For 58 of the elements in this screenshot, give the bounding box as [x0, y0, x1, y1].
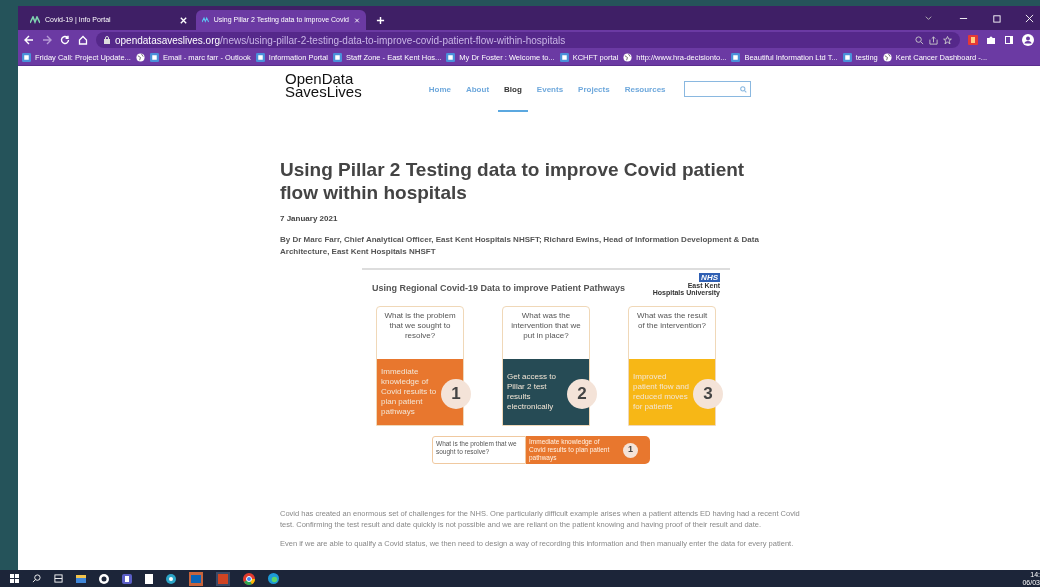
site-icon[interactable] [731, 53, 741, 62]
site-icon[interactable] [149, 53, 159, 62]
globe-icon[interactable] [623, 53, 633, 62]
new-tab-icon[interactable] [376, 16, 385, 25]
article-title: Using Pillar 2 Testing data to improve Covid patient flow within hospitals [280, 158, 746, 204]
home-icon[interactable] [78, 35, 88, 45]
card-answer: Get access to Pillar 2 test results electronically [507, 372, 557, 412]
chrome-icon[interactable] [243, 572, 255, 585]
task-view-icon[interactable] [54, 574, 63, 583]
site-icon[interactable] [559, 53, 569, 62]
site-logo[interactable]: OpenData SavesLives [285, 72, 362, 98]
infographic-title: Using Regional Covid-19 Data to improve Patient Pathways [372, 282, 626, 295]
lock-icon [104, 36, 110, 44]
address-bar[interactable]: opendatasaveslives.org/news/using-pillar-2-testing-data-to-improve-covid-patient-flow-within-hospitals [96, 32, 960, 48]
nav-link[interactable]: Blog [498, 84, 528, 112]
edge-icon[interactable] [268, 573, 279, 584]
step-number: 2 [567, 379, 597, 409]
forward-icon[interactable] [42, 35, 52, 45]
step-number: 1 [623, 442, 638, 458]
step-number: 3 [693, 379, 723, 409]
reload-icon[interactable] [60, 35, 70, 45]
share-icon[interactable] [929, 35, 938, 45]
card-question: What was the result of the intervention? [635, 310, 709, 332]
favicon-icon [202, 16, 209, 24]
card-answer: Immediate knowledge of Covid results to plan patient pathways [381, 367, 438, 417]
step-number: 1 [441, 379, 471, 409]
zoom-icon[interactable] [915, 35, 924, 45]
star-icon[interactable] [943, 35, 952, 45]
close-icon[interactable] [179, 15, 188, 25]
extension-icon[interactable] [968, 35, 978, 45]
article-date: 7 January 2021 [280, 213, 339, 225]
card-question: What was the intervention that we put in place? [510, 310, 582, 342]
app-icon[interactable] [99, 573, 109, 584]
globe-icon[interactable] [882, 53, 892, 62]
article-byline: By Dr Marc Farr, Chief Analytical Officer, East Kent Hospitals NHSFT; Richard Ewins, Head of Information Development & Data Architecture, East Kent Hospitals NHSFT [280, 234, 760, 258]
restore-icon[interactable] [992, 14, 1001, 23]
close-icon[interactable] [1025, 14, 1034, 23]
app-icon[interactable] [166, 573, 176, 584]
card-question: What is the problem that we sought to resolve? [383, 310, 457, 342]
side-panel-icon[interactable] [1004, 35, 1014, 45]
globe-icon[interactable] [135, 53, 145, 62]
search-icon[interactable] [32, 574, 41, 583]
site-icon[interactable] [446, 53, 456, 62]
site-icon[interactable] [255, 53, 265, 62]
nhs-badge: NHS [699, 273, 720, 282]
start-icon[interactable] [10, 574, 19, 583]
back-icon[interactable] [24, 35, 34, 45]
profile-icon[interactable] [1022, 34, 1034, 46]
favicon-icon [30, 16, 40, 24]
url-text: opendatasaveslives.org/news/using-pillar-2-testing-data-to-improve-covid-patient-flow-within-hospitals [115, 33, 566, 48]
card-answer: Improved patient flow and reduced moves for patients [633, 372, 691, 412]
document-icon[interactable] [145, 573, 153, 584]
folder-icon[interactable] [76, 574, 86, 583]
site-icon[interactable] [333, 53, 342, 62]
search-field[interactable] [683, 81, 751, 97]
site-icon[interactable] [842, 53, 852, 62]
site-icon[interactable] [22, 53, 31, 62]
tab-search-icon[interactable] [924, 14, 933, 23]
